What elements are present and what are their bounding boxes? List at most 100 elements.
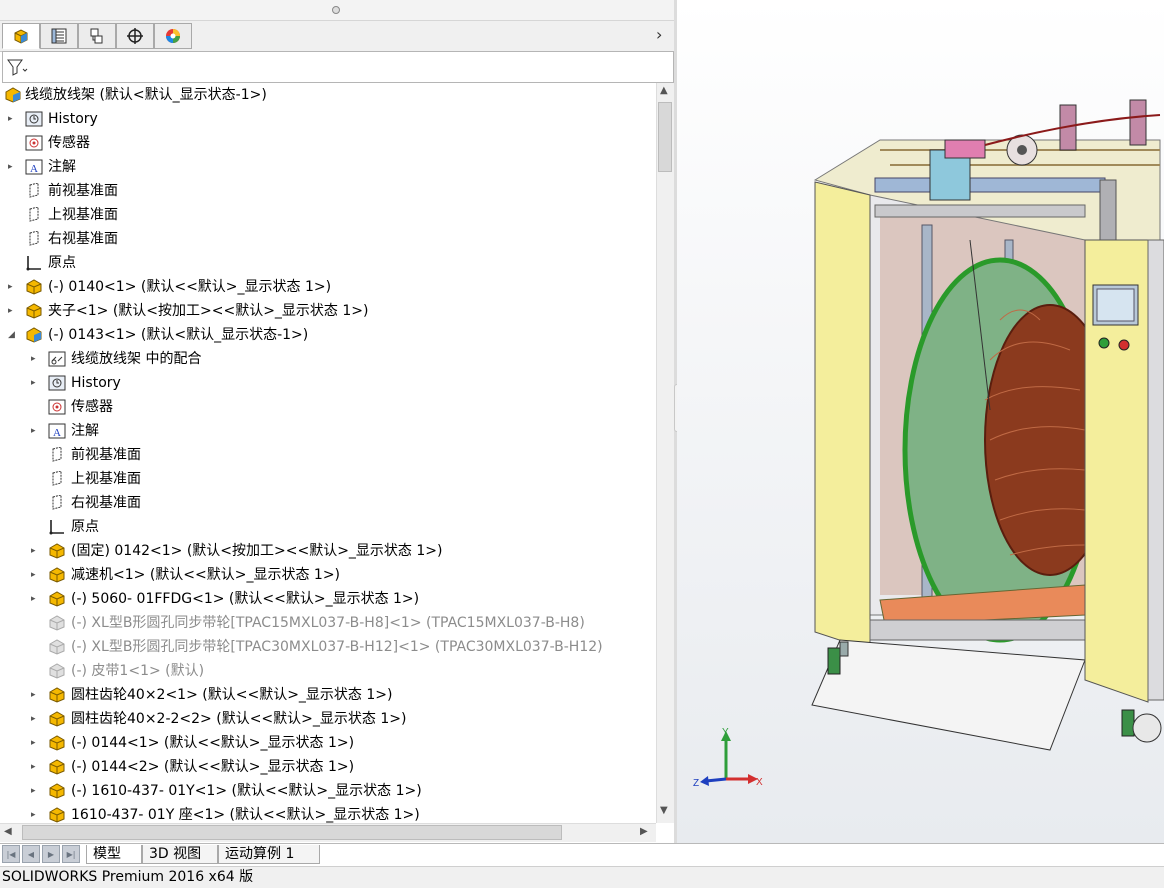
tree-item-label: (-) XL型B形圆孔同步带轮[TPAC15MXL037-B-H8]<1> (T… bbox=[71, 615, 585, 631]
expand-arrow-icon[interactable]: ▸ bbox=[8, 155, 18, 179]
suppressed-part-icon bbox=[49, 663, 65, 679]
tree-item-label: 夹子<1> (默认<按加工><<默认>_显示状态 1>) bbox=[48, 303, 369, 319]
expand-arrow-icon[interactable]: ▸ bbox=[31, 707, 41, 731]
cable-reel-model bbox=[811, 99, 1164, 751]
annotation-icon: A bbox=[25, 159, 43, 175]
configuration-icon bbox=[90, 28, 103, 44]
filter-icon[interactable] bbox=[6, 57, 28, 77]
expand-arrow-icon[interactable]: ▸ bbox=[31, 587, 41, 611]
property-list-icon bbox=[51, 28, 67, 44]
expand-arrow-icon[interactable]: ▸ bbox=[8, 299, 18, 323]
tree-item-label: (固定) 0142<1> (默认<按加工><<默认>_显示状态 1>) bbox=[71, 543, 443, 559]
prev-tab-icon[interactable]: ◀ bbox=[22, 845, 40, 863]
expand-arrow-icon[interactable]: ▸ bbox=[31, 347, 41, 371]
collapse-arrow-icon[interactable]: ◢ bbox=[8, 323, 18, 347]
origin-icon bbox=[26, 256, 41, 271]
panel-splitter-top[interactable] bbox=[0, 0, 676, 21]
vertical-scroll-thumb[interactable] bbox=[658, 102, 672, 172]
coordinate-triad: Y X Z bbox=[693, 727, 763, 789]
ramp bbox=[811, 639, 1086, 751]
tab-configuration-manager[interactable] bbox=[78, 23, 116, 49]
feature-tree: 线缆放线架 (默认<默认_显示状态-1>) ▸ History 传感器 ▸ A 注解 前视基… bbox=[0, 83, 656, 823]
tree-item-label: 线缆放线架 中的配合 bbox=[71, 351, 202, 367]
suppressed-part-icon bbox=[49, 615, 65, 631]
tree-vertical-scrollbar[interactable]: ▲ ▼ bbox=[656, 83, 674, 823]
status-bar: SOLIDWORKS Premium 2016 x64 版 bbox=[0, 866, 1164, 888]
tab-display-manager[interactable] bbox=[154, 23, 192, 49]
tree-item-label: (-) 1610-437- 01Y<1> (默认<<默认>_显示状态 1>) bbox=[71, 783, 422, 799]
tree-item-label: 注解 bbox=[71, 423, 99, 439]
tree-item-label: 圆柱齿轮40×2<1> (默认<<默认>_显示状态 1>) bbox=[71, 687, 393, 703]
plane-icon bbox=[52, 471, 62, 486]
tab-model[interactable]: 模型 bbox=[86, 845, 142, 864]
first-tab-icon[interactable]: |◀ bbox=[2, 845, 20, 863]
plane-icon bbox=[52, 495, 62, 510]
part-icon bbox=[49, 687, 65, 703]
triad-x-label: X bbox=[756, 777, 763, 788]
origin-icon bbox=[49, 520, 64, 535]
scroll-up-icon[interactable]: ▲ bbox=[660, 85, 668, 96]
scroll-down-icon[interactable]: ▼ bbox=[660, 805, 668, 816]
assembly-icon bbox=[26, 327, 42, 343]
part-icon bbox=[49, 567, 65, 583]
part-icon bbox=[49, 807, 65, 823]
expand-arrow-icon[interactable]: ▸ bbox=[31, 371, 41, 395]
last-tab-icon[interactable]: ▶| bbox=[62, 845, 80, 863]
crosshair-icon bbox=[127, 28, 143, 44]
tree-filter-bar[interactable] bbox=[2, 51, 674, 83]
plane-icon bbox=[29, 183, 39, 198]
expand-arrow-icon[interactable]: ▸ bbox=[8, 107, 18, 131]
suppressed-part-icon bbox=[49, 639, 65, 655]
part-icon bbox=[49, 711, 65, 727]
tree-item-label: 右视基准面 bbox=[48, 231, 118, 247]
history-icon bbox=[25, 111, 43, 127]
tree-item-label: 注解 bbox=[48, 159, 76, 175]
left-post bbox=[814, 181, 871, 651]
tab-dimxpert-manager[interactable] bbox=[116, 23, 154, 49]
part-icon bbox=[26, 303, 42, 319]
chevron-right-icon[interactable]: › bbox=[656, 25, 662, 44]
expand-arrow-icon[interactable]: ▸ bbox=[31, 539, 41, 563]
expand-arrow-icon[interactable]: ▸ bbox=[31, 731, 41, 755]
scroll-left-icon[interactable]: ◀ bbox=[4, 826, 12, 837]
splitter-dot-icon bbox=[332, 6, 340, 14]
next-tab-icon[interactable]: ▶ bbox=[42, 845, 60, 863]
part-icon bbox=[49, 543, 65, 559]
tab-property-manager[interactable] bbox=[40, 23, 78, 49]
expand-arrow-icon[interactable]: ▸ bbox=[31, 563, 41, 587]
color-wheel-icon bbox=[166, 29, 180, 43]
tab-motion-study[interactable]: 运动算例 1 bbox=[218, 845, 320, 864]
tree-item-label: (-) 0144<1> (默认<<默认>_显示状态 1>) bbox=[71, 735, 355, 751]
tree-root-label: 线缆放线架 (默认<默认_显示状态-1>) bbox=[25, 87, 267, 103]
tree-item-label: 传感器 bbox=[71, 399, 113, 415]
expand-arrow-icon[interactable]: ▸ bbox=[8, 275, 18, 299]
expand-arrow-icon[interactable]: ▸ bbox=[31, 683, 41, 707]
expand-arrow-icon[interactable]: ▸ bbox=[31, 755, 41, 779]
tree-item-label: (-) 0143<1> (默认<默认_显示状态-1>) bbox=[48, 327, 309, 343]
tree-item-label: History bbox=[48, 111, 98, 127]
triad-z-label: Z bbox=[693, 778, 699, 789]
history-icon bbox=[48, 375, 66, 391]
sensor-icon bbox=[25, 135, 43, 151]
triad-y-label: Y bbox=[722, 727, 729, 738]
tree-item-label: 圆柱齿轮40×2-2<2> (默认<<默认>_显示状态 1>) bbox=[71, 711, 407, 727]
tab-feature-manager[interactable] bbox=[2, 23, 40, 49]
horizontal-scroll-thumb[interactable] bbox=[22, 825, 562, 840]
graphics-area[interactable]: Y X Z bbox=[677, 0, 1164, 843]
tree-item-label: 原点 bbox=[71, 519, 99, 535]
tree-item-label: 原点 bbox=[48, 255, 76, 271]
expand-arrow-icon[interactable]: ▸ bbox=[31, 419, 41, 443]
tree-item-label: (-) 5060- 01FFDG<1> (默认<<默认>_显示状态 1>) bbox=[71, 591, 420, 607]
expand-arrow-icon[interactable]: ▸ bbox=[31, 779, 41, 803]
tree-item-label: 右视基准面 bbox=[71, 495, 141, 511]
tree-item-label: 前视基准面 bbox=[71, 447, 141, 463]
tab-3d-view[interactable]: 3D 视图 bbox=[142, 845, 218, 864]
tree-item-label: 前视基准面 bbox=[48, 183, 118, 199]
svg-text:A: A bbox=[30, 163, 38, 175]
tree-item-label: 上视基准面 bbox=[71, 471, 141, 487]
tree-item-label: 上视基准面 bbox=[48, 207, 118, 223]
scroll-right-icon[interactable]: ▶ bbox=[640, 826, 648, 837]
annotation-icon: A bbox=[48, 423, 66, 439]
plane-icon bbox=[29, 231, 39, 246]
expand-arrow-icon[interactable]: ▸ bbox=[31, 803, 41, 823]
